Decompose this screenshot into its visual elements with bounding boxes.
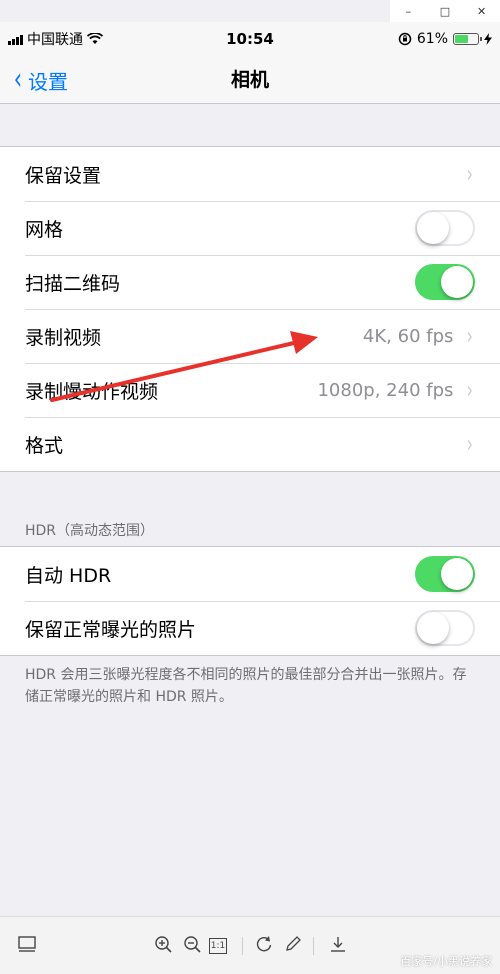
window-controls: – □ ✕ [390, 0, 500, 22]
battery-icon [453, 33, 482, 45]
row-record-video[interactable]: 录制视频 4K, 60 fps › [0, 309, 500, 363]
chevron-right-icon: › [467, 160, 474, 188]
row-scan-qr-code: 扫描二维码 [0, 255, 500, 309]
chevron-right-icon: › [467, 376, 474, 404]
row-grid: 网格 [0, 201, 500, 255]
row-value: 4K, 60 fps [362, 325, 454, 347]
hdr-section-header: HDR（高动态范围） [25, 523, 155, 539]
row-label: 网格 [25, 218, 64, 241]
row-label: 保留正常曝光的照片 [25, 618, 197, 641]
row-label: 保留设置 [25, 164, 102, 187]
chevron-right-icon: › [467, 430, 474, 458]
watermark: 百家号/小黑说养家 [400, 955, 492, 968]
row-label: 录制慢动作视频 [25, 380, 159, 403]
zoom-out-icon[interactable] [181, 935, 203, 957]
hdr-settings-group: 自动 HDR 保留正常曝光的照片 [0, 546, 500, 656]
camera-settings-group: 保留设置 › 网格 扫描二维码 录制视频 4K, 60 fps › 录制慢动作视… [0, 146, 500, 472]
row-label: 格式 [25, 434, 64, 457]
navigation-bar: ‹ 设置 相机 [0, 56, 500, 104]
row-label: 自动 HDR [25, 564, 112, 587]
row-auto-hdr: 自动 HDR [0, 547, 500, 601]
auto-hdr-toggle[interactable] [415, 556, 475, 592]
chevron-right-icon: › [467, 322, 474, 350]
download-icon[interactable] [327, 935, 349, 957]
charging-icon [484, 33, 492, 45]
row-keep-normal-photo: 保留正常曝光的照片 [0, 601, 500, 655]
minimize-icon[interactable]: – [398, 5, 418, 18]
keep-normal-photo-toggle[interactable] [415, 610, 475, 646]
edit-icon[interactable] [282, 935, 304, 957]
scan-qr-toggle[interactable] [415, 264, 475, 300]
close-icon[interactable]: ✕ [472, 5, 492, 18]
viewer-toolbar: 1:1 百家号/小黑说养家 [0, 916, 500, 974]
row-formats[interactable]: 格式 › [0, 417, 500, 471]
thumbnail-icon[interactable] [16, 935, 38, 957]
row-preserve-settings[interactable]: 保留设置 › [0, 147, 500, 201]
orientation-lock-icon [398, 32, 412, 46]
row-label: 扫描二维码 [25, 272, 121, 295]
hdr-section-footer: HDR 会用三张曝光程度各不相同的照片的最佳部分合并出一张照片。存储正常曝光的照… [25, 667, 467, 705]
maximize-icon[interactable]: □ [435, 5, 455, 18]
row-label: 录制视频 [25, 326, 102, 349]
row-value: 1080p, 240 fps [317, 379, 454, 401]
actual-size-icon[interactable]: 1:1 [209, 938, 227, 954]
status-bar: 中国联通 10:54 61% [0, 22, 500, 56]
row-record-slo-mo[interactable]: 录制慢动作视频 1080p, 240 fps › [0, 363, 500, 417]
rotate-icon[interactable] [253, 935, 275, 957]
page-title: 相机 [230, 69, 269, 91]
grid-toggle[interactable] [415, 210, 475, 246]
zoom-in-icon[interactable] [152, 935, 174, 957]
battery-percent: 61% [416, 31, 448, 47]
